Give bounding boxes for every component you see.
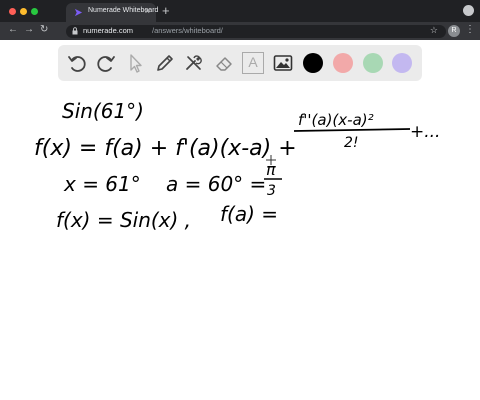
new-tab-button[interactable]: + — [162, 3, 170, 18]
lock-icon — [72, 27, 78, 35]
minimize-window-button[interactable] — [20, 8, 27, 15]
pen-icon[interactable] — [154, 52, 176, 74]
whiteboard-line-sin61: Sin(61°) — [62, 99, 144, 123]
select-icon[interactable] — [124, 52, 146, 74]
whiteboard-taylor-ellipsis: +... — [410, 122, 440, 142]
maximize-window-button[interactable] — [31, 8, 38, 15]
reload-icon[interactable]: ↻ — [40, 24, 48, 35]
whiteboard-f-of-a: f(a) = — [220, 202, 278, 226]
browser-menu-icon[interactable]: ⋮ — [465, 24, 475, 35]
browser-tab[interactable]: Numerade Whiteboard × — [66, 3, 158, 22]
text-tool-button[interactable]: A — [242, 52, 264, 74]
color-swatch-pink[interactable] — [333, 53, 353, 73]
whiteboard-toolbar: A — [58, 45, 422, 81]
numerade-logo-icon — [74, 8, 83, 17]
whiteboard-a-value: a = 60° = — [166, 172, 266, 196]
whiteboard-taylor-series: f(x) = f(a) + f'(a)(x-a) + — [34, 136, 297, 161]
forward-icon[interactable]: → — [24, 24, 34, 35]
browser-tab-bar: Numerade Whiteboard × + — [0, 0, 480, 22]
url-field[interactable]: numerade.com /answers/whiteboard/ ☆ — [66, 25, 446, 38]
close-window-button[interactable] — [9, 8, 16, 15]
whiteboard-canvas[interactable]: Sin(61°) f(x) = f(a) + f'(a)(x-a) + f''(… — [0, 85, 480, 400]
url-path: /answers/whiteboard/ — [152, 26, 223, 35]
tab-close-icon[interactable]: × — [145, 6, 150, 16]
browser-extension-icon[interactable] — [463, 5, 474, 16]
whiteboard-x-value: x = 61° — [63, 172, 141, 196]
color-swatch-purple[interactable] — [392, 53, 412, 73]
undo-icon[interactable] — [66, 52, 88, 74]
color-swatch-green[interactable] — [363, 53, 383, 73]
whiteboard-f-definition: f(x) = Sin(x) , — [56, 208, 191, 232]
tools-icon[interactable] — [183, 52, 205, 74]
back-icon[interactable]: ← — [8, 24, 18, 35]
browser-address-bar: ← → ↻ numerade.com /answers/whiteboard/ … — [0, 22, 480, 40]
image-icon[interactable] — [272, 52, 294, 74]
whiteboard-taylor-denominator: 2! — [344, 135, 359, 151]
whiteboard-three: 3 — [267, 183, 276, 199]
profile-avatar[interactable]: R — [448, 25, 460, 37]
eraser-icon[interactable] — [213, 52, 235, 74]
url-host: numerade.com — [83, 26, 134, 35]
color-swatch-black[interactable] — [303, 53, 323, 73]
bookmark-star-icon[interactable]: ☆ — [430, 25, 438, 36]
fraction-bar — [293, 128, 411, 132]
redo-icon[interactable] — [95, 52, 117, 74]
whiteboard-taylor-numerator: f''(a)(x-a)² — [298, 111, 374, 129]
